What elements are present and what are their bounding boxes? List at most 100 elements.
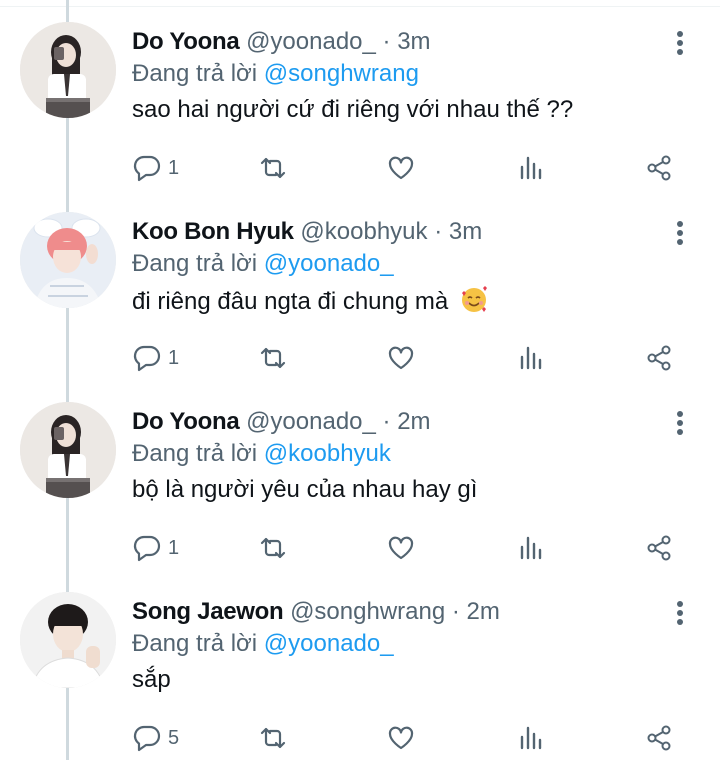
analytics-icon <box>520 726 542 750</box>
reply-button[interactable]: 1 <box>132 338 179 378</box>
timestamp[interactable]: 3m <box>449 218 482 245</box>
user-handle[interactable]: @yoonado_ <box>246 408 376 435</box>
replying-to: Đang trả lời @yoonado_ <box>132 248 394 280</box>
avatar[interactable] <box>20 22 116 118</box>
retweet-icon <box>260 157 286 179</box>
top-divider <box>0 6 720 7</box>
retweet-button[interactable] <box>258 338 288 378</box>
display-name[interactable]: Song Jaewon <box>132 598 284 625</box>
action-bar: 1 <box>132 148 692 188</box>
heart-icon <box>388 156 414 180</box>
avatar[interactable] <box>20 592 116 688</box>
separator-dot: · <box>434 218 443 245</box>
tweet-text: sắp <box>132 666 171 693</box>
reply-count: 1 <box>168 156 180 179</box>
tweet-text: đi riêng đâu ngta đi chung mà <box>132 284 489 318</box>
like-button[interactable] <box>386 338 416 378</box>
action-bar: 5 <box>132 718 692 758</box>
retweet-button[interactable] <box>258 528 288 568</box>
share-button[interactable] <box>644 528 674 568</box>
avatar-image <box>20 22 116 118</box>
user-handle[interactable]: @yoonado_ <box>246 28 376 55</box>
timestamp[interactable]: 2m <box>467 598 500 625</box>
share-icon <box>647 725 671 751</box>
more-options-icon[interactable] <box>668 28 692 58</box>
replying-to: Đang trả lời @koobhyuk <box>132 438 391 470</box>
like-button[interactable] <box>386 148 416 188</box>
display-name[interactable]: Do Yoona <box>132 408 240 435</box>
replying-to: Đang trả lời @yoonado_ <box>132 628 394 660</box>
replying-to-label: Đang trả lời <box>132 250 258 277</box>
like-button[interactable] <box>386 528 416 568</box>
retweet-icon <box>260 727 286 749</box>
more-options-icon[interactable] <box>668 598 692 628</box>
reply-button[interactable]: 1 <box>132 528 179 568</box>
views-button[interactable] <box>516 718 546 758</box>
views-button[interactable] <box>516 528 546 568</box>
tweet-reply[interactable]: Koo Bon Hyuk @koobhyuk · 3m Đang trả lời… <box>0 200 720 390</box>
share-button[interactable] <box>644 338 674 378</box>
tweet-text: bộ là người yêu của nhau hay gì <box>132 476 478 503</box>
action-bar: 1 <box>132 528 692 568</box>
analytics-icon <box>520 156 542 180</box>
tweet-reply[interactable]: Song Jaewon @songhwrang · 2m Đang trả lờ… <box>0 580 720 760</box>
avatar[interactable] <box>20 402 116 498</box>
mention-link[interactable]: @songhwrang <box>264 60 419 87</box>
avatar-image <box>20 592 116 688</box>
heart-icon <box>388 536 414 560</box>
tweet-header: Do Yoona @yoonado_ · 2m <box>132 406 431 438</box>
timestamp[interactable]: 3m <box>397 28 430 55</box>
separator-dot: · <box>382 28 391 55</box>
reply-button[interactable]: 5 <box>132 718 179 758</box>
share-icon <box>647 155 671 181</box>
mention-link[interactable]: @koobhyuk <box>264 440 391 467</box>
more-options-icon[interactable] <box>668 408 692 438</box>
tweet-text-content: đi riêng đâu ngta đi chung mà <box>132 288 449 315</box>
reply-icon <box>133 155 161 182</box>
user-handle[interactable]: @songhwrang <box>290 598 445 625</box>
reply-count: 1 <box>168 536 180 559</box>
share-icon <box>647 345 671 371</box>
separator-dot: · <box>451 598 460 625</box>
retweet-icon <box>260 537 286 559</box>
views-button[interactable] <box>516 338 546 378</box>
more-options-icon[interactable] <box>668 218 692 248</box>
smiling-face-with-hearts-emoji-icon <box>461 286 487 312</box>
tweet-reply[interactable]: Do Yoona @yoonado_ · 2m Đang trả lời @ko… <box>0 390 720 580</box>
tweet-header: Do Yoona @yoonado_ · 3m <box>132 26 431 58</box>
views-button[interactable] <box>516 148 546 188</box>
replying-to-label: Đang trả lời <box>132 440 258 467</box>
mention-link[interactable]: @yoonado_ <box>264 630 394 657</box>
analytics-icon <box>520 536 542 560</box>
user-handle[interactable]: @koobhyuk <box>300 218 427 245</box>
avatar-image <box>20 212 116 308</box>
retweet-button[interactable] <box>258 718 288 758</box>
analytics-icon <box>520 346 542 370</box>
avatar-image <box>20 402 116 498</box>
display-name[interactable]: Koo Bon Hyuk <box>132 218 294 245</box>
retweet-icon <box>260 347 286 369</box>
share-button[interactable] <box>644 718 674 758</box>
replying-to-label: Đang trả lời <box>132 60 258 87</box>
reply-count: 1 <box>168 346 180 369</box>
tweet-header: Koo Bon Hyuk @koobhyuk · 3m <box>132 216 482 248</box>
share-icon <box>647 535 671 561</box>
heart-icon <box>388 726 414 750</box>
reply-icon <box>133 535 161 562</box>
reply-count: 5 <box>168 726 180 749</box>
retweet-button[interactable] <box>258 148 288 188</box>
heart-icon <box>388 346 414 370</box>
tweet-reply[interactable]: Do Yoona @yoonado_ · 3m Đang trả lời @so… <box>0 10 720 200</box>
mention-link[interactable]: @yoonado_ <box>264 250 394 277</box>
share-button[interactable] <box>644 148 674 188</box>
like-button[interactable] <box>386 718 416 758</box>
replying-to: Đang trả lời @songhwrang <box>132 58 419 90</box>
timestamp[interactable]: 2m <box>397 408 430 435</box>
reply-button[interactable]: 1 <box>132 148 179 188</box>
action-bar: 1 <box>132 338 692 378</box>
reply-icon <box>133 725 161 752</box>
display-name[interactable]: Do Yoona <box>132 28 240 55</box>
separator-dot: · <box>382 408 391 435</box>
avatar[interactable] <box>20 212 116 308</box>
tweet-header: Song Jaewon @songhwrang · 2m <box>132 596 500 628</box>
